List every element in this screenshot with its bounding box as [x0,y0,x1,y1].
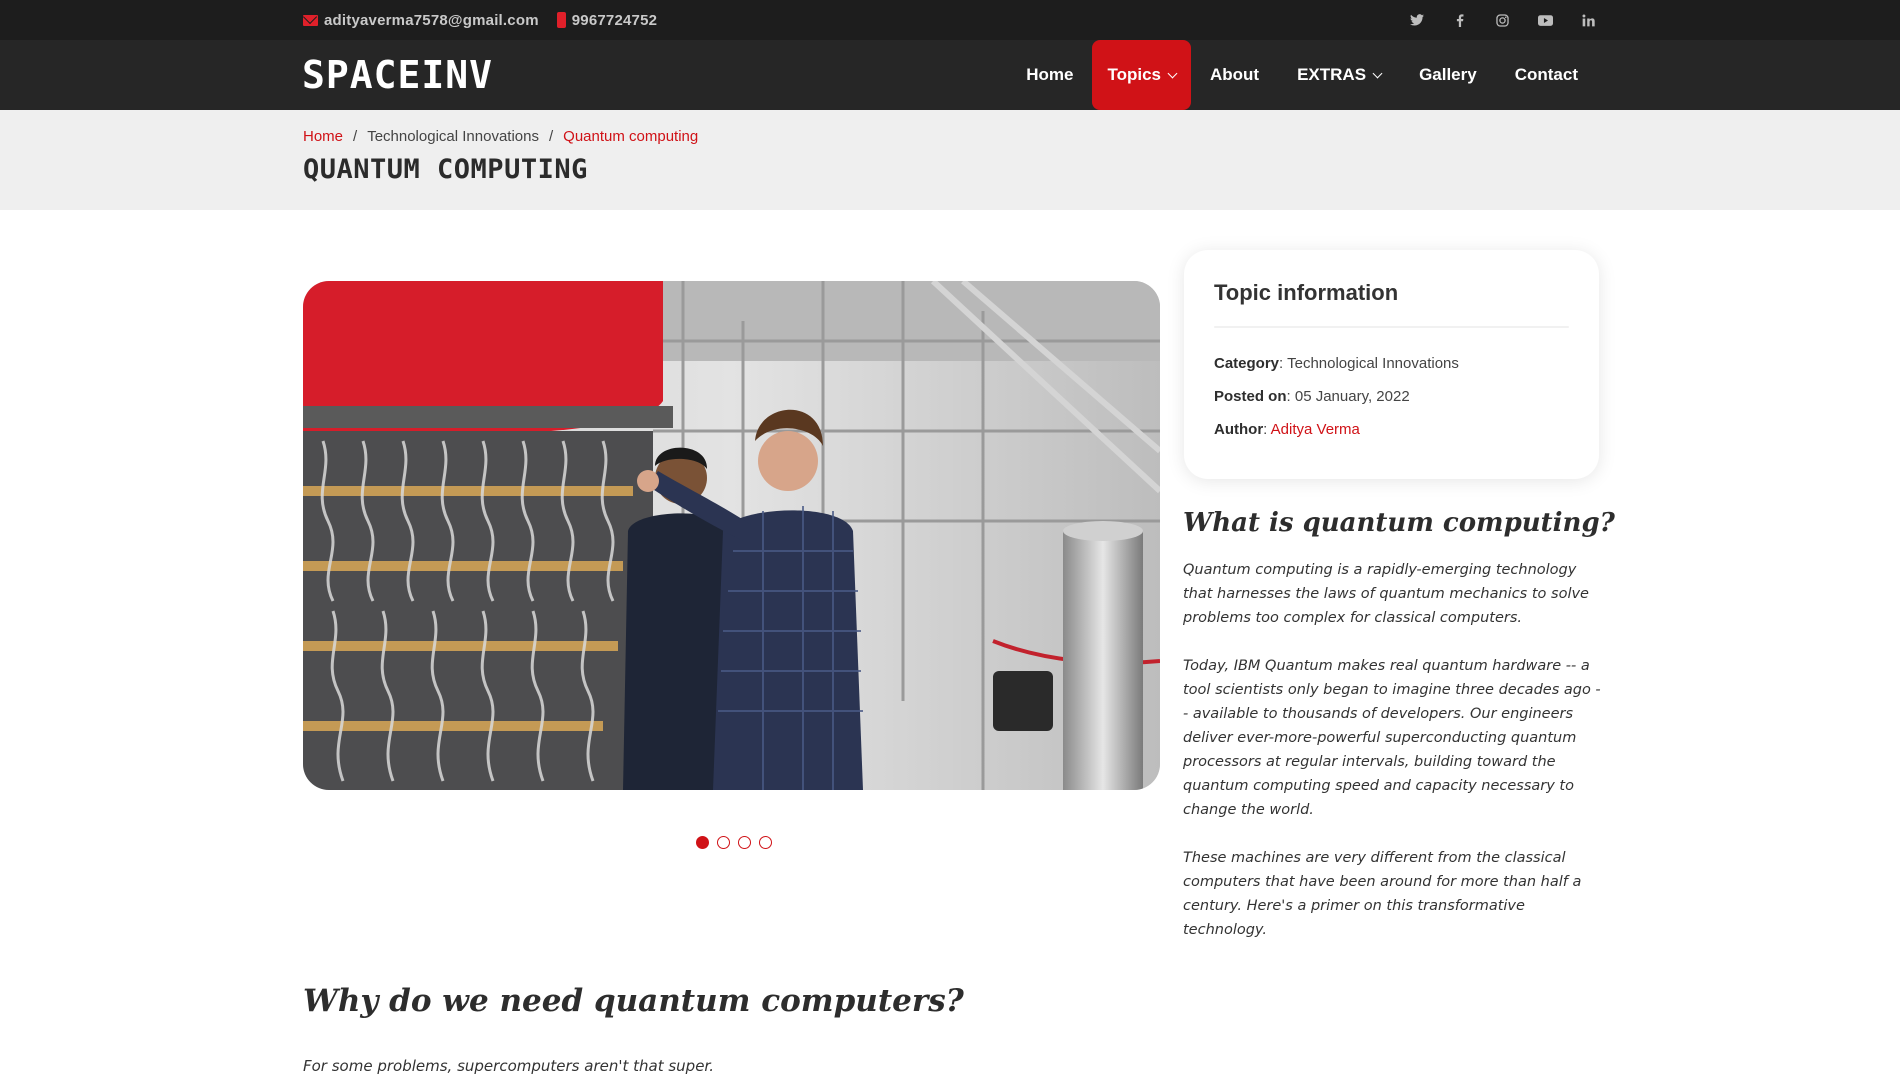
nav-gallery[interactable]: Gallery [1400,40,1496,110]
chevron-down-icon [1372,68,1383,78]
facebook-icon[interactable] [1451,12,1468,29]
main-lead-text: For some problems, supercomputers aren't… [303,1057,714,1075]
phone-text: 9967724752 [571,11,658,29]
nav-home[interactable]: Home [1007,40,1092,110]
main-nav: Home Topics About EXTRAS Gallery Contact [1007,40,1597,110]
author-link[interactable]: Aditya Verma [1271,421,1360,438]
carousel-dot[interactable] [717,836,730,849]
chevron-down-icon [1167,68,1178,78]
top-bar: adityaverma7578@gmail.com 9967724752 [0,0,1900,40]
paragraph: Today, IBM Quantum makes real quantum ha… [1183,658,1601,818]
page-header-band: Home / Technological Innovations / Quant… [0,110,1900,210]
instagram-icon[interactable] [1494,12,1511,29]
topic-info-title: Topic information [1214,280,1399,305]
nav-contact[interactable]: Contact [1496,40,1597,110]
topic-info-rows: Category: Technological Innovations Post… [1214,347,1459,446]
divider [1214,326,1569,328]
carousel-indicators [696,836,772,849]
breadcrumb-home[interactable]: Home [303,128,343,145]
posted-value: 05 January, 2022 [1294,388,1410,405]
quantum-lab-photo [303,281,1160,790]
posted-row: Posted on: 05 January, 2022 [1214,388,1410,405]
site-logo[interactable]: SPACEINV [302,53,493,97]
envelope-icon [303,14,318,26]
breadcrumb-separator: / [548,128,554,145]
breadcrumb: Home / Technological Innovations / Quant… [303,128,698,145]
nav-topics[interactable]: Topics [1092,40,1191,110]
author-row: Author: Aditya Verma [1214,421,1360,438]
nav-topics-label: Topics [1107,65,1161,84]
main-section-heading: Why do we need quantum computers? [303,983,964,1019]
paragraph: These machines are very different from t… [1183,850,1582,938]
breadcrumb-current: Quantum computing [563,128,699,145]
carousel-dot[interactable] [738,836,751,849]
breadcrumb-category: Technological Innovations [367,128,539,145]
author-label: Author [1214,421,1264,438]
linkedin-icon[interactable] [1580,12,1597,29]
page-title: QUANTUM COMPUTING [303,154,588,185]
nav-about[interactable]: About [1191,40,1278,110]
contact-info: adityaverma7578@gmail.com 9967724752 [303,0,657,40]
email-link[interactable]: adityaverma7578@gmail.com [303,12,539,29]
topic-info-card: Topic information Category: Technologica… [1184,250,1599,479]
hero-image [303,281,1160,790]
social-links [1408,0,1597,40]
twitter-icon[interactable] [1408,12,1425,29]
paragraph: Quantum computing is a rapidly-emerging … [1183,562,1589,626]
category-label: Category [1214,355,1280,372]
phone-link[interactable]: 9967724752 [556,11,658,29]
carousel-dot[interactable] [759,836,772,849]
main-header: SPACEINV Home Topics About EXTRAS Galler… [0,40,1900,110]
category-row: Category: Technological Innovations [1214,355,1459,372]
section-heading: What is quantum computing? [1183,508,1615,538]
category-value: Technological Innovations [1287,355,1459,372]
carousel-dot[interactable] [696,836,709,849]
breadcrumb-separator: / [353,128,358,145]
posted-label: Posted on [1214,388,1287,405]
email-text: adityaverma7578@gmail.com [324,11,539,29]
nav-extras-label: EXTRAS [1297,65,1367,84]
phone-icon [556,12,566,28]
youtube-icon[interactable] [1537,12,1554,29]
nav-extras[interactable]: EXTRAS [1278,40,1400,110]
